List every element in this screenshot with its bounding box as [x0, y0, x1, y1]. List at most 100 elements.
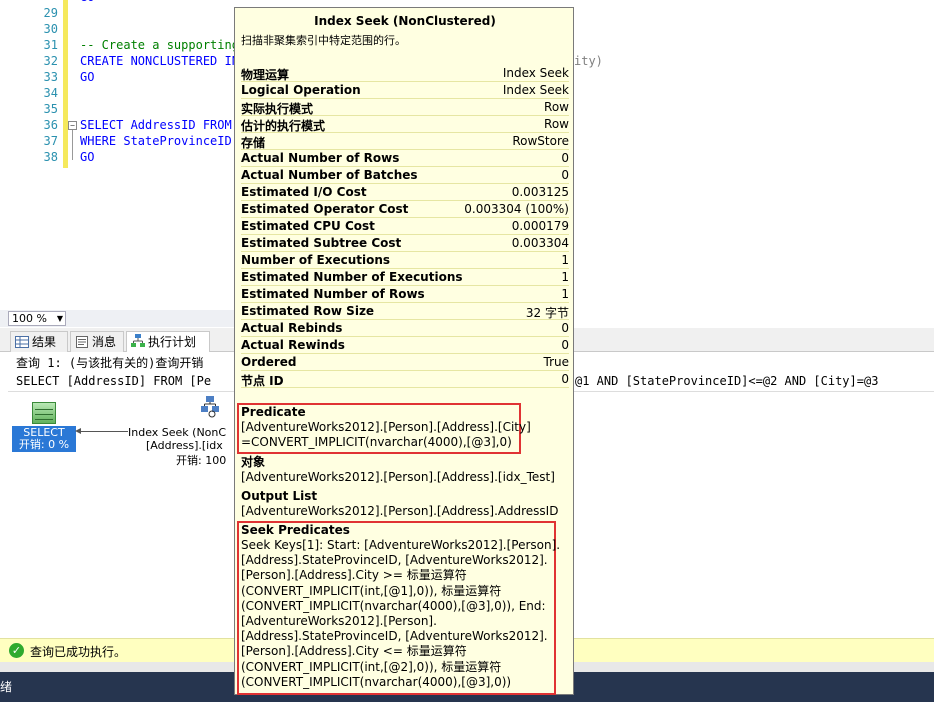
property-row: Actual Rewinds 0 [241, 337, 569, 354]
property-label: Logical Operation [241, 83, 361, 97]
line-number: 34 [43, 86, 58, 100]
code-line-32-fragment: ity) [574, 54, 603, 68]
seek-predicates-line: (CONVERT_IMPLICIT(nvarchar(4000),[@3],0)… [241, 674, 512, 689]
object-title: 对象 [241, 455, 266, 469]
tab-messages[interactable]: 消息 [70, 331, 124, 352]
property-row: Estimated CPU Cost 0.000179 [241, 218, 569, 235]
property-value: 0.000179 [511, 219, 569, 233]
plan-flow-arrow [75, 428, 128, 434]
property-value: 1 [561, 270, 569, 284]
property-label: Actual Rewinds [241, 338, 345, 352]
seek-predicates-line: [Person].[Address].City >= 标量运算符 [241, 568, 467, 583]
line-number: 36 [43, 118, 58, 132]
property-value: 1 [561, 287, 569, 301]
predicate-section: Predicate [AdventureWorks2012].[Person].… [241, 405, 569, 450]
property-value: 32 字节 [525, 306, 569, 320]
seek-predicates-line: (CONVERT_IMPLICIT(nvarchar(4000),[@3],0)… [241, 598, 546, 613]
code-line-32: CREATE NONCLUSTERED IN [80, 54, 239, 68]
property-row: Estimated Row Size 32 字节 [241, 303, 569, 320]
line-number: 37 [43, 134, 58, 148]
property-row: 物理运算 Index Seek [241, 65, 569, 82]
zoom-value: 100 % [12, 312, 47, 325]
query-sql-text: SELECT [AddressID] FROM [Pe [16, 374, 212, 388]
tab-execution-plan-label: 执行计划 [148, 335, 197, 349]
property-label: Estimated I/O Cost [241, 185, 367, 199]
message-icon [75, 334, 89, 348]
property-value: True [543, 355, 570, 369]
editor-gutter: 29 30 31 32 33 34 35 36 37 38 [0, 0, 68, 308]
tooltip-subtitle: 扫描非聚集索引中特定范围的行。 [241, 34, 406, 47]
seek-predicates-section: Seek Predicates Seek Keys[1]: Start: [Ad… [241, 523, 569, 690]
code-line-36: SELECT AddressID FROM [80, 118, 232, 132]
ready-status: 绪 [0, 680, 13, 694]
property-row: Estimated Operator Cost 0.003304 (100%) [241, 201, 569, 218]
query-sql-text-tail: @1 AND [StateProvinceID]<=@2 AND [City]=… [575, 374, 879, 388]
grid-icon [15, 334, 29, 348]
property-label: Estimated Number of Rows [241, 287, 425, 301]
property-value: 0.003125 [511, 185, 569, 199]
property-label: Actual Rebinds [241, 321, 343, 335]
property-value: 0 [561, 372, 569, 386]
object-line: [AdventureWorks2012].[Person].[Address].… [241, 470, 555, 484]
execution-plan-icon [131, 334, 145, 347]
property-row: Estimated I/O Cost 0.003125 [241, 184, 569, 201]
line-number: 30 [43, 22, 58, 36]
property-value: 1 [561, 253, 569, 267]
property-label: 实际执行模式 [241, 102, 314, 116]
operator-properties-tooltip: Index Seek (NonClustered) 扫描非聚集索引中特定范围的行… [234, 7, 574, 695]
seek-predicates-line: [Address].StateProvinceID, [AdventureWor… [241, 629, 548, 644]
status-message: 查询已成功执行。 [30, 645, 127, 659]
change-tracking-bar [63, 0, 68, 168]
plan-node-select[interactable]: SELECT 开销: 0 % [12, 402, 76, 452]
tab-results[interactable]: 结果 [10, 331, 68, 352]
predicate-line: [AdventureWorks2012].[Person].[Address].… [241, 420, 531, 434]
zoom-select[interactable]: 100 % ▼ [8, 311, 66, 326]
property-row: Estimated Number of Executions 1 [241, 269, 569, 286]
property-value: 0 [561, 168, 569, 182]
property-value: 0 [561, 338, 569, 352]
property-row: Number of Executions 1 [241, 252, 569, 269]
property-row: 实际执行模式 Row [241, 99, 569, 116]
seek-node-line1: Index Seek (NonC [128, 426, 227, 439]
line-number: 35 [43, 102, 58, 116]
line-number: 32 [43, 54, 58, 68]
property-label: Actual Number of Batches [241, 168, 418, 182]
property-label: 估计的执行模式 [241, 119, 326, 133]
property-label: 物理运算 [241, 68, 290, 82]
line-number: 33 [43, 70, 58, 84]
seek-predicates-title: Seek Predicates [241, 523, 350, 537]
property-row: 估计的执行模式 Row [241, 116, 569, 133]
line-number: 31 [43, 38, 58, 52]
property-row: 存储 RowStore [241, 133, 569, 150]
property-row: Estimated Subtree Cost 0.003304 [241, 235, 569, 252]
property-row: Actual Number of Rows 0 [241, 150, 569, 167]
property-label: Actual Number of Rows [241, 151, 400, 165]
seek-predicates-line: [Address].StateProvinceID, [AdventureWor… [241, 553, 548, 568]
property-label: 存储 [241, 136, 266, 150]
code-line-38: GO [80, 150, 95, 164]
select-node-cost: 开销: 0 % [18, 438, 70, 451]
property-label: Estimated Number of Executions [241, 270, 463, 284]
seek-predicates-line: (CONVERT_IMPLICIT(int,[@1],0)), 标量运算符 [241, 583, 502, 598]
collapse-toggle-icon[interactable]: − [68, 121, 77, 130]
property-label: Estimated CPU Cost [241, 219, 375, 233]
property-row: Actual Number of Batches 0 [241, 167, 569, 184]
index-seek-icon [200, 396, 220, 418]
predicate-line: =CONVERT_IMPLICIT(nvarchar(4000),[@3],0) [241, 435, 512, 450]
zoom-bar: 100 % ▼ [0, 310, 240, 327]
object-section: 对象 [AdventureWorks2012].[Person].[Addres… [241, 455, 569, 485]
property-label: Estimated Operator Cost [241, 202, 409, 216]
property-label: 节点 ID [241, 374, 284, 388]
seek-predicates-line: [AdventureWorks2012].[Person]. [241, 614, 437, 629]
property-value: 0.003304 [511, 236, 569, 250]
property-row: Estimated Number of Rows 1 [241, 286, 569, 303]
outline-line [72, 130, 73, 160]
output-list-line: [AdventureWorks2012].[Person].[Address].… [241, 504, 559, 518]
tab-execution-plan[interactable]: 执行计划 [126, 331, 210, 353]
output-list-title: Output List [241, 489, 318, 503]
code-line-clipped: GO [80, 0, 94, 4]
predicate-title: Predicate [241, 405, 306, 419]
property-value: 0 [561, 321, 569, 335]
success-check-icon: ✓ [9, 643, 24, 658]
property-value: Row [544, 100, 569, 114]
